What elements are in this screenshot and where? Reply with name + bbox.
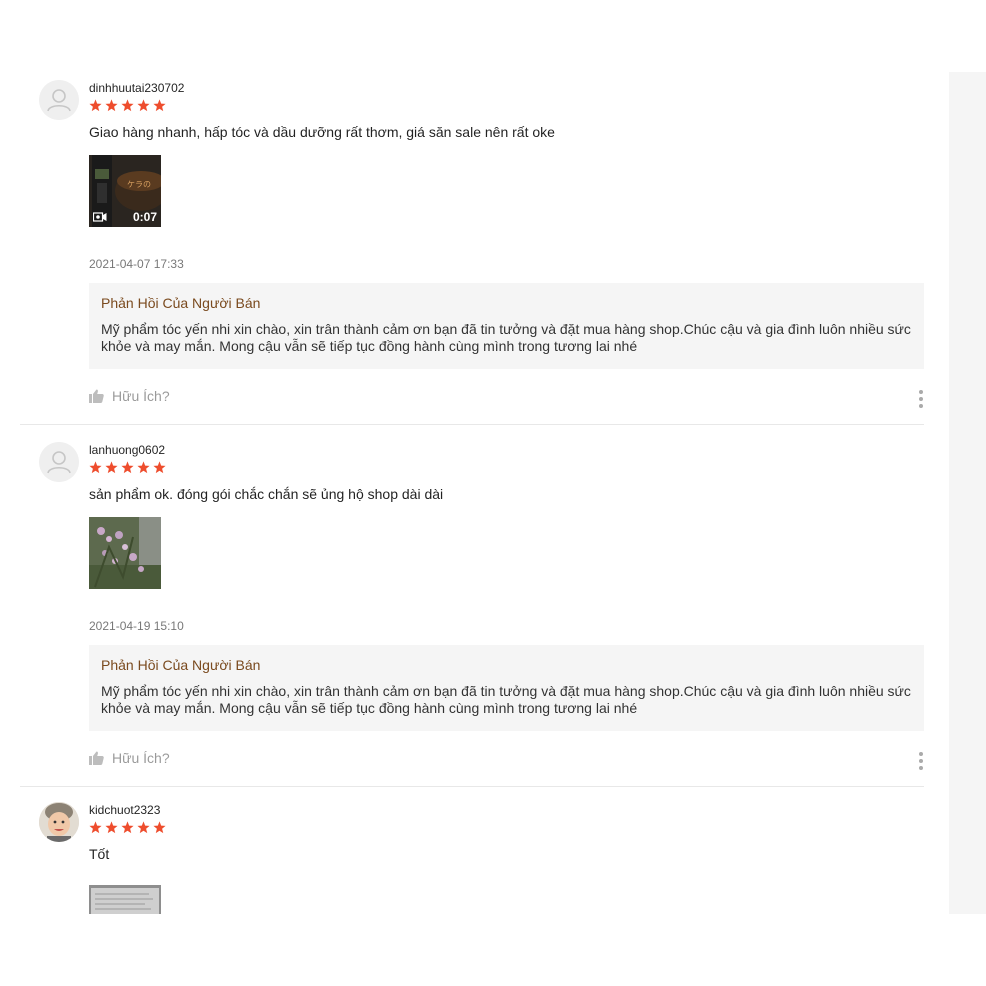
review-username[interactable]: dinhhuutai230702 [89, 81, 184, 95]
thumbs-up-icon [89, 751, 104, 765]
star-icon [105, 99, 118, 112]
rating-stars [89, 99, 166, 112]
star-icon [89, 99, 102, 112]
rating-stars [89, 821, 166, 834]
review-comment: Tốt [89, 846, 110, 862]
star-icon [121, 461, 134, 474]
avatar[interactable] [39, 802, 79, 842]
review-item: kidchuot2323 Tốt [20, 794, 924, 914]
star-icon [89, 461, 102, 474]
star-icon [137, 461, 150, 474]
review-comment: Giao hàng nhanh, hấp tóc và dầu dưỡng rấ… [89, 124, 555, 140]
rating-stars [89, 461, 166, 474]
star-icon [153, 99, 166, 112]
user-silhouette-icon [39, 442, 79, 482]
helpful-button[interactable]: Hữu Ích? [89, 750, 170, 766]
seller-reply-text: Mỹ phẩm tóc yến nhi xin chào, xin trân t… [101, 321, 911, 354]
more-vertical-icon[interactable] [918, 752, 924, 770]
helpful-label: Hữu Ích? [112, 750, 170, 766]
document-photo [89, 885, 161, 914]
review-date: 2021-04-19 15:10 [89, 619, 184, 633]
svg-text:ケラの: ケラの [127, 180, 151, 189]
avatar[interactable] [39, 80, 79, 120]
child-avatar-photo [39, 802, 79, 842]
star-icon [137, 821, 150, 834]
seller-reply: Phản Hồi Của Người Bán Mỹ phẩm tóc yến n… [89, 645, 924, 731]
review-image-thumbnail[interactable] [89, 885, 161, 914]
seller-reply-title: Phản Hồi Của Người Bán [101, 657, 261, 673]
star-icon [153, 821, 166, 834]
video-duration: 0:07 [132, 210, 157, 224]
star-icon [89, 821, 102, 834]
review-username[interactable]: kidchuot2323 [89, 803, 160, 817]
more-vertical-icon[interactable] [918, 390, 924, 408]
thumbs-up-icon [89, 389, 104, 403]
review-item: lanhuong0602 sản phẩm ok. đóng gói chắc … [20, 434, 924, 787]
review-username[interactable]: lanhuong0602 [89, 443, 165, 457]
avatar[interactable] [39, 442, 79, 482]
review-image-thumbnail[interactable] [89, 517, 161, 589]
helpful-button[interactable]: Hữu Ích? [89, 388, 170, 404]
star-icon [137, 99, 150, 112]
star-icon [105, 461, 118, 474]
seller-reply: Phản Hồi Của Người Bán Mỹ phẩm tóc yến n… [89, 283, 924, 369]
video-camera-icon [93, 212, 107, 222]
review-comment: sản phẩm ok. đóng gói chắc chắn sẽ ủng h… [89, 486, 444, 502]
star-icon [121, 99, 134, 112]
review-date: 2021-04-07 17:33 [89, 257, 184, 271]
star-icon [121, 821, 134, 834]
review-video-thumbnail[interactable]: ケラの 0:07 [89, 155, 161, 227]
helpful-label: Hữu Ích? [112, 388, 170, 404]
flower-photo [89, 517, 161, 589]
user-silhouette-icon [39, 80, 79, 120]
seller-reply-text: Mỹ phẩm tóc yến nhi xin chào, xin trân t… [101, 683, 911, 716]
review-item: dinhhuutai230702 Giao hàng nhanh, hấp tó… [20, 72, 924, 425]
star-icon [105, 821, 118, 834]
seller-reply-title: Phản Hồi Của Người Bán [101, 295, 261, 311]
star-icon [153, 461, 166, 474]
scrollbar-track[interactable] [949, 72, 986, 914]
